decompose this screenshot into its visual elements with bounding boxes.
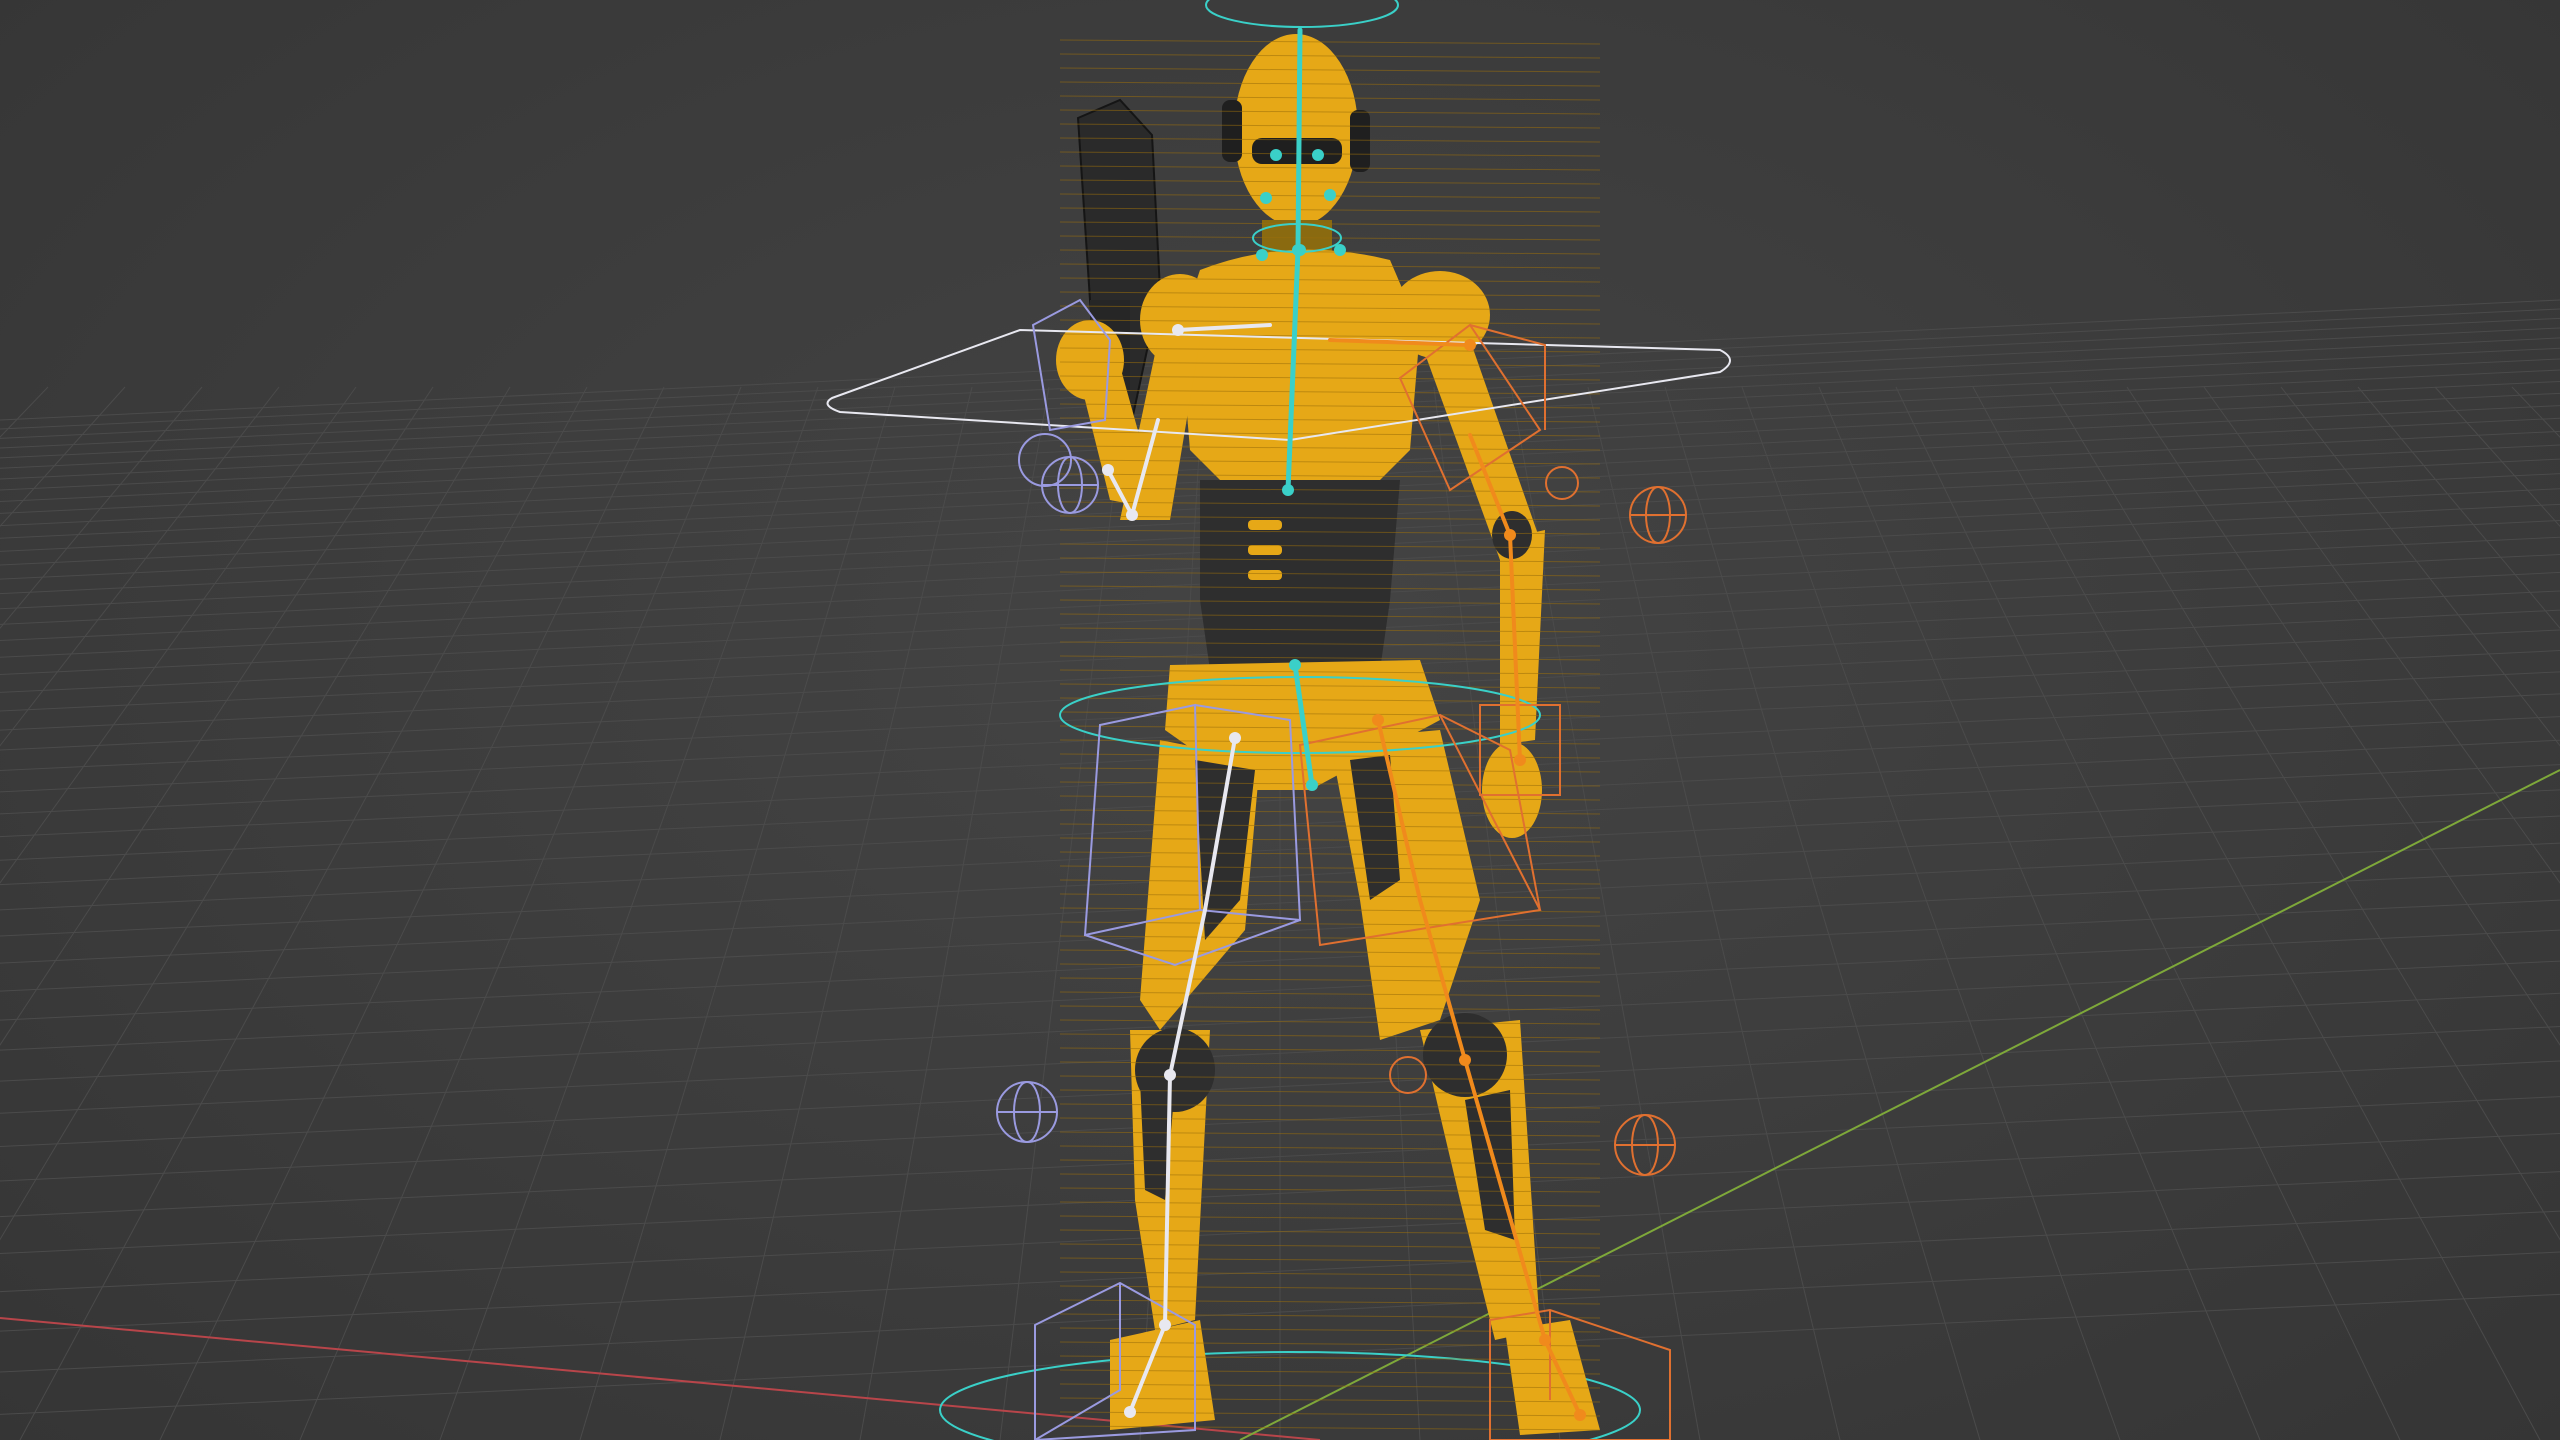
bone-joint[interactable] — [1334, 244, 1346, 256]
3d-viewport[interactable] — [0, 0, 2560, 1440]
viewport-canvas[interactable] — [0, 0, 2560, 1440]
bone-joint[interactable] — [1126, 509, 1138, 521]
bone-joint[interactable] — [1256, 249, 1268, 261]
robot-knee-left — [1135, 1028, 1215, 1112]
bone-joint[interactable] — [1324, 189, 1336, 201]
bone-joint[interactable] — [1260, 192, 1272, 204]
bone-joint[interactable] — [1159, 1319, 1171, 1331]
abdomen-plate-2 — [1248, 545, 1282, 555]
robot-foot-right — [1505, 1320, 1600, 1435]
robot-ear-left — [1222, 100, 1242, 162]
head-top-control[interactable] — [1205, 0, 1399, 28]
bone-joint[interactable] — [1102, 464, 1114, 476]
bone-joint[interactable] — [1229, 732, 1241, 744]
bone-joint[interactable] — [1294, 244, 1306, 256]
bone-joint[interactable] — [1289, 659, 1301, 671]
bone-joint[interactable] — [1574, 1409, 1586, 1421]
bone-joint[interactable] — [1172, 324, 1184, 336]
bone-joint[interactable] — [1124, 1406, 1136, 1418]
bone-joint[interactable] — [1539, 1334, 1551, 1346]
bone-joint[interactable] — [1459, 1054, 1471, 1066]
bone-joint[interactable] — [1306, 779, 1318, 791]
robot-abdomen — [1200, 480, 1400, 670]
robot-ear-right — [1350, 110, 1370, 172]
abdomen-plate-3 — [1248, 570, 1282, 580]
bone-joint[interactable] — [1464, 339, 1476, 351]
bone-joint[interactable] — [1504, 529, 1516, 541]
bone-joint[interactable] — [1282, 484, 1294, 496]
bone-joint[interactable] — [1372, 714, 1384, 726]
bone-joint[interactable] — [1164, 1069, 1176, 1081]
bone-joint[interactable] — [1514, 754, 1526, 766]
bone-joint[interactable] — [1270, 149, 1282, 161]
abdomen-plate-1 — [1248, 520, 1282, 530]
bone-joint[interactable] — [1312, 149, 1324, 161]
robot-forearm-right — [1500, 530, 1545, 745]
